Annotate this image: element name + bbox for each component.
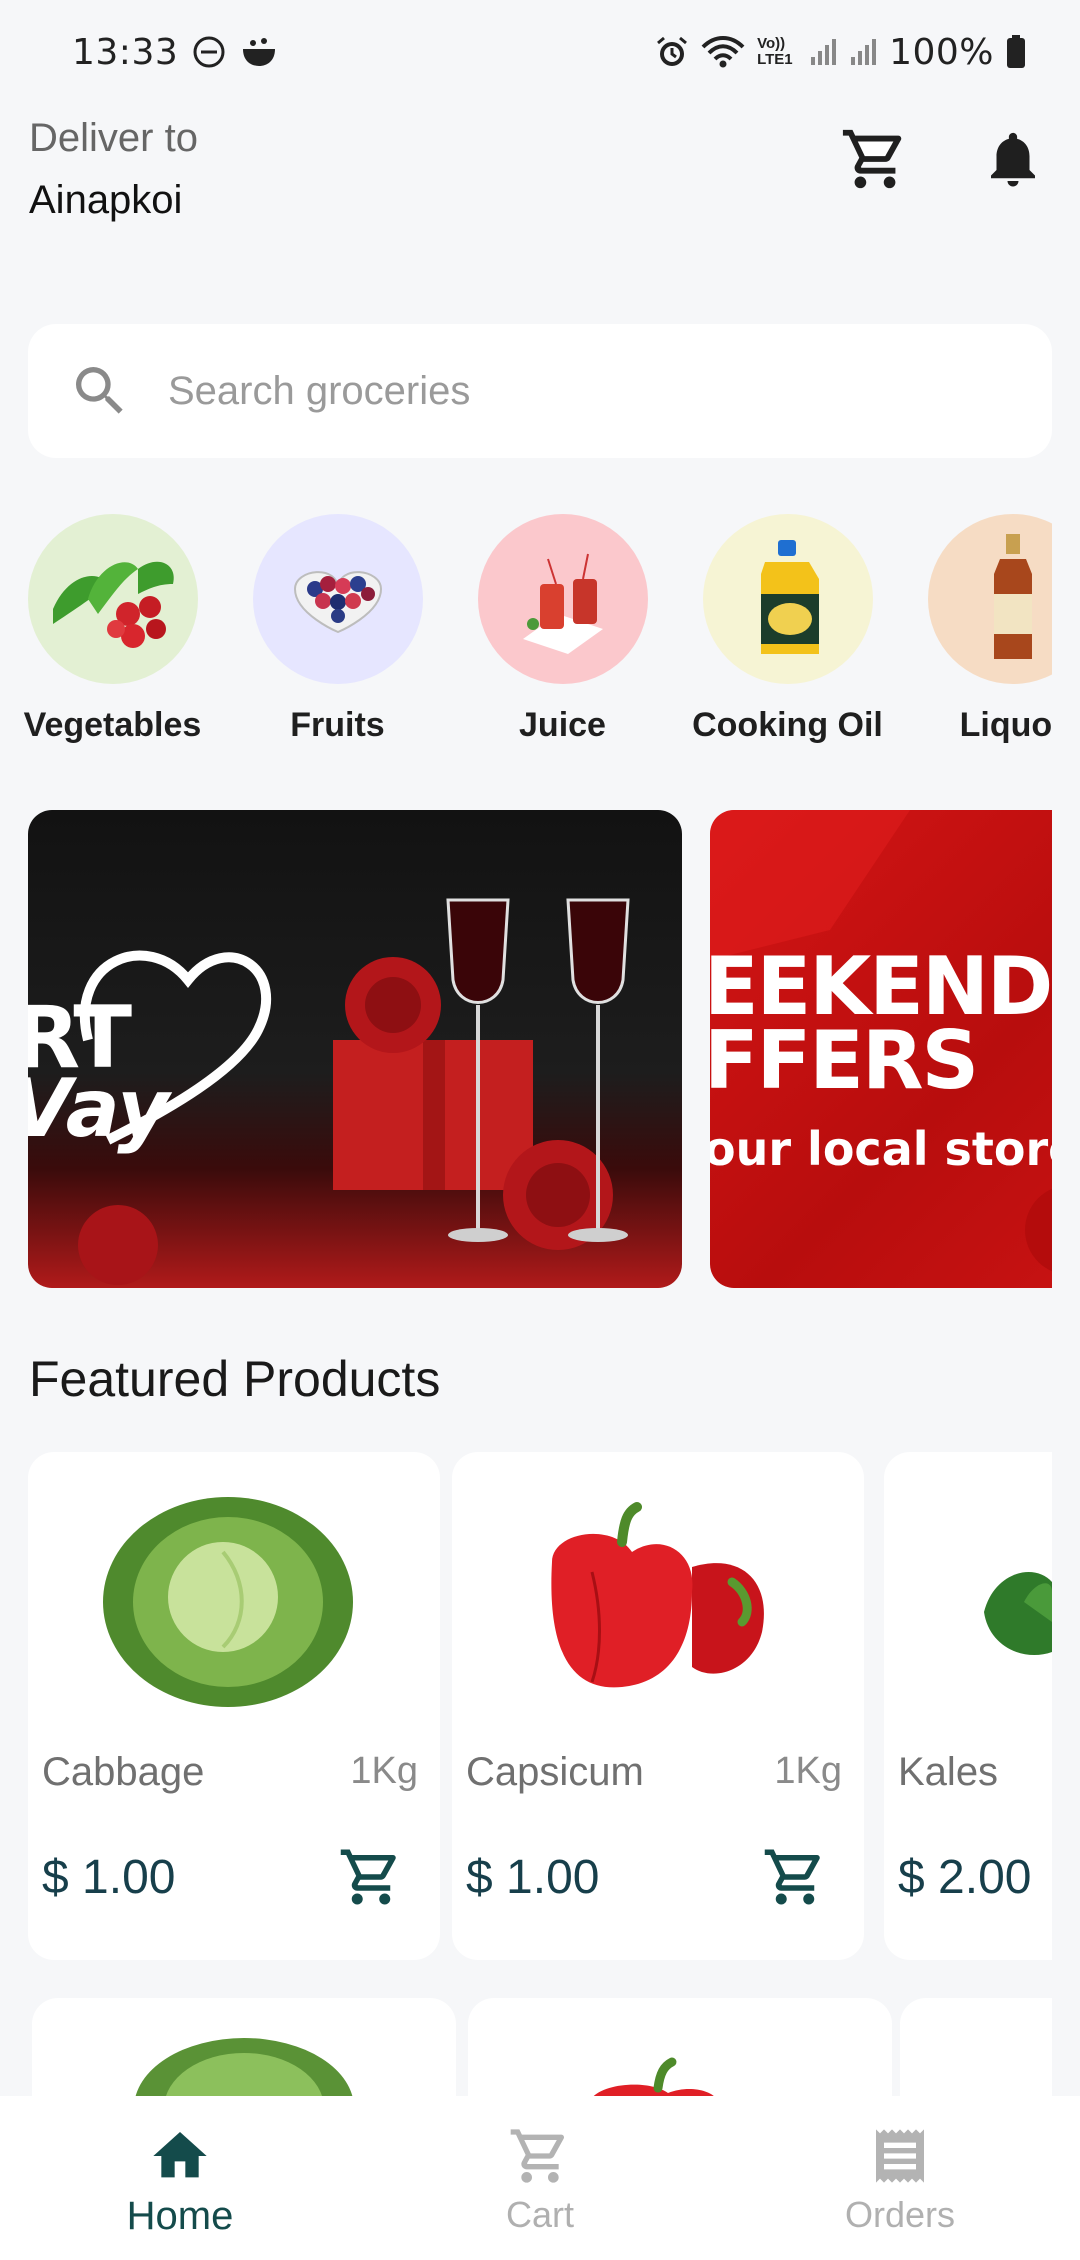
product-unit: 1Kg <box>774 1750 842 1792</box>
vegetables-image <box>27 514 198 684</box>
nav-home-label: Home <box>126 2194 234 2238</box>
promo-banner-carousel[interactable]: RT Vay EEKEND FFERS our local store <box>28 810 1052 1288</box>
wifi-icon <box>701 35 745 69</box>
bottom-navigation: Home Cart Orders <box>0 2096 1080 2260</box>
product-name: Cabbage <box>42 1750 205 1794</box>
nav-cart-label: Cart <box>505 2194 574 2235</box>
juice-image <box>477 514 648 684</box>
liquor-image <box>927 514 1052 684</box>
receipt-icon <box>876 2129 924 2183</box>
product-unit: 1Kg <box>350 1750 418 1792</box>
signal-icon-2 <box>849 37 877 67</box>
category-fruits[interactable]: Fruits <box>225 514 450 744</box>
status-time: 13:33 <box>72 31 179 73</box>
cart-icon[interactable] <box>840 124 910 194</box>
bell-icon[interactable] <box>980 126 1046 192</box>
valentine-banner[interactable]: RT Vay <box>28 810 682 1288</box>
nav-orders[interactable]: Orders <box>720 2096 1080 2260</box>
cooking-oil-image <box>702 514 873 684</box>
product-card[interactable] <box>468 1998 892 2098</box>
featured-products-list: Cabbage 1Kg $ 1.00 Capsicum 1Kg $ 1.00 K… <box>28 1452 1052 1962</box>
fruits-image <box>252 514 423 684</box>
nav-home[interactable]: Home <box>0 2096 360 2260</box>
category-name: Liquor <box>959 706 1052 744</box>
search-input[interactable] <box>168 368 968 414</box>
capsicum-image <box>551 1502 764 1688</box>
category-name: Cooking Oil <box>692 706 883 744</box>
product-price: $ 1.00 <box>42 1851 176 1904</box>
network-label: Vo)) LTE1 <box>757 35 793 68</box>
category-vegetables[interactable]: Vegetables <box>0 514 225 744</box>
weekend-banner-text-2: FFERS <box>710 1014 979 1107</box>
capsicum-image <box>592 2057 716 2098</box>
category-juice[interactable]: Juice <box>450 514 675 744</box>
search-bar[interactable] <box>28 324 1052 458</box>
category-liquor[interactable]: Liquor <box>900 514 1052 744</box>
weekend-offers-banner[interactable]: EEKEND FFERS our local store <box>710 810 1052 1288</box>
category-name: Fruits <box>290 706 385 744</box>
kales-image <box>984 1572 1052 1656</box>
featured-products-title: Featured Products <box>29 1351 441 1407</box>
status-bar: 13:33 Vo)) LTE1 100% <box>0 0 1080 104</box>
product-card[interactable] <box>32 1998 456 2098</box>
cart-icon <box>510 2129 565 2183</box>
home-icon <box>153 2132 207 2178</box>
battery-icon <box>1006 35 1026 69</box>
category-list: Vegetables Fruits Juice Cooking Oil Liqu… <box>0 514 1052 744</box>
products-row-2 <box>28 1998 1052 2098</box>
signal-icon-1 <box>809 37 837 67</box>
product-name: Capsicum <box>466 1750 644 1794</box>
weekend-banner-text-3: our local store <box>710 1122 1052 1176</box>
add-to-cart-icon[interactable] <box>338 1844 404 1910</box>
product-card-kales[interactable]: Kales $ 2.00 <box>884 1452 1052 1960</box>
product-card[interactable] <box>900 1998 1052 2098</box>
product-price: $ 2.00 <box>898 1851 1032 1904</box>
delivery-location[interactable]: Ainapkoi <box>29 178 182 223</box>
app-notification-icon <box>240 35 278 69</box>
product-name: Kales <box>898 1750 999 1794</box>
search-icon <box>76 367 123 414</box>
category-cooking-oil[interactable]: Cooking Oil <box>675 514 900 744</box>
deliver-to-label: Deliver to <box>29 116 198 160</box>
product-card-cabbage[interactable]: Cabbage 1Kg $ 1.00 <box>28 1452 440 1960</box>
alarm-icon <box>655 35 689 69</box>
nav-orders-label: Orders <box>844 2194 956 2235</box>
status-left: 13:33 <box>72 32 278 73</box>
cabbage-image <box>103 1497 353 1707</box>
nav-cart[interactable]: Cart <box>360 2096 720 2260</box>
category-name: Juice <box>519 706 606 744</box>
category-name: Vegetables <box>23 706 202 744</box>
add-to-cart-icon[interactable] <box>762 1844 828 1910</box>
valentine-banner-text-2: Vay <box>28 1062 170 1155</box>
do-not-disturb-icon <box>192 35 226 69</box>
header: Deliver to Ainapkoi <box>0 104 1080 254</box>
status-right: Vo)) LTE1 100% <box>655 32 1026 73</box>
product-price: $ 1.00 <box>466 1851 600 1904</box>
battery-percentage: 100% <box>889 31 994 73</box>
product-card-capsicum[interactable]: Capsicum 1Kg $ 1.00 <box>452 1452 864 1960</box>
cabbage-image <box>135 2038 353 2098</box>
